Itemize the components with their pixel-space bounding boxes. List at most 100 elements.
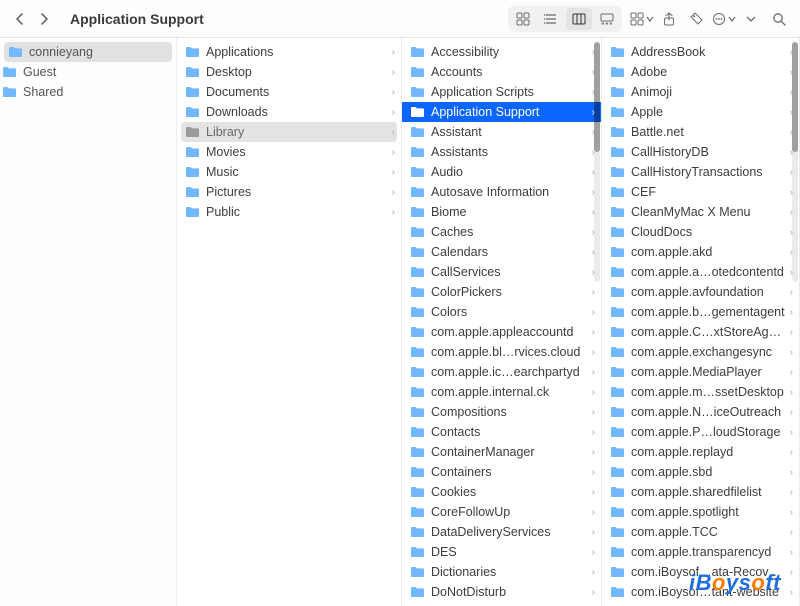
folder-item[interactable]: Desktop› [177,62,401,82]
folder-item[interactable]: com.apple.C…xtStoreAgent› [602,322,799,342]
view-columns-button[interactable] [566,8,592,30]
folder-item[interactable]: com.apple.replayd› [602,442,799,462]
folder-item[interactable]: Caches› [402,222,601,242]
folder-item[interactable]: CEF› [602,182,799,202]
folder-item[interactable]: Biome› [402,202,601,222]
folder-item[interactable]: Application Support› [402,102,601,122]
share-button[interactable] [656,8,682,30]
folder-item[interactable]: com.apple.N…iceOutreach› [602,402,799,422]
folder-item[interactable]: DataDeliveryServices› [402,522,601,542]
folder-item[interactable]: Contacts› [402,422,601,442]
folder-item[interactable]: Compositions› [402,402,601,422]
folder-icon [610,86,625,98]
folder-icon [185,126,200,138]
column-2[interactable]: Accessibility› Accounts› Application Scr… [402,38,602,606]
folder-item[interactable]: com.apple.b…gementagent› [602,302,799,322]
folder-item[interactable]: Apple› [602,102,799,122]
folder-icon [610,226,625,238]
sidebar-item[interactable]: connieyang [4,42,172,62]
folder-item[interactable]: com.apple.MediaPlayer› [602,362,799,382]
forward-button[interactable] [32,7,56,31]
sidebar-item[interactable]: Shared [0,82,176,102]
column-3[interactable]: AddressBook› Adobe› Animoji› Apple› Batt… [602,38,800,606]
chevron-right-icon: › [790,307,793,318]
folder-item[interactable]: com.iBoysof…ata-Recovery› [602,562,799,582]
folder-item[interactable]: Downloads› [177,102,401,122]
folder-item[interactable]: Pictures› [177,182,401,202]
view-icons-button[interactable] [510,8,536,30]
item-label: Dictionaries [431,565,588,579]
folder-item[interactable]: com.apple.appleaccountd› [402,322,601,342]
folder-item[interactable]: AddressBook› [602,42,799,62]
folder-item[interactable]: com.apple.akd› [602,242,799,262]
search-button[interactable] [766,8,792,30]
chevron-right-icon: › [392,107,395,118]
folder-item[interactable]: Music› [177,162,401,182]
folder-item[interactable]: Accounts› [402,62,601,82]
folder-item[interactable]: Assistants› [402,142,601,162]
folder-item[interactable]: DES› [402,542,601,562]
folder-icon [410,86,425,98]
item-label: com.apple.spotlight [631,505,786,519]
folder-item[interactable]: com.apple.spotlight› [602,502,799,522]
folder-item[interactable]: Dictionaries› [402,562,601,582]
back-button[interactable] [8,7,32,31]
folder-item[interactable]: com.apple.exchangesync› [602,342,799,362]
folder-item[interactable]: com.apple.internal.ck› [402,382,601,402]
sidebar-column[interactable]: connieyang Guest Shared [0,38,177,606]
folder-item[interactable]: Containers› [402,462,601,482]
folder-icon [410,486,425,498]
folder-item[interactable]: com.apple.sbd› [602,462,799,482]
folder-icon [610,326,625,338]
folder-item[interactable]: CallServices› [402,262,601,282]
scrollbar-thumb[interactable] [594,42,600,152]
folder-item[interactable]: com.apple.m…ssetDesktop› [602,382,799,402]
folder-item[interactable]: ColorPickers› [402,282,601,302]
folder-item[interactable]: CoreFollowUp› [402,502,601,522]
folder-item[interactable]: Autosave Information› [402,182,601,202]
folder-item[interactable]: Colors› [402,302,601,322]
folder-item[interactable]: com.apple.TCC› [602,522,799,542]
folder-item[interactable]: com.iBoysof…tant-website› [602,582,799,602]
folder-item[interactable]: CallHistoryDB› [602,142,799,162]
folder-item[interactable]: Accessibility› [402,42,601,62]
folder-item[interactable]: Public› [177,202,401,222]
folder-item[interactable]: Movies› [177,142,401,162]
folder-item[interactable]: Audio› [402,162,601,182]
action-menu-button[interactable] [712,8,736,30]
folder-item[interactable]: Battle.net› [602,122,799,142]
folder-item[interactable]: CleanMyMac X Menu› [602,202,799,222]
folder-item[interactable]: com.apple.bl…rvices.cloud› [402,342,601,362]
folder-item[interactable]: Library› [181,122,397,142]
folder-item[interactable]: Calendars› [402,242,601,262]
folder-item[interactable]: CallHistoryTransactions› [602,162,799,182]
column-1[interactable]: Applications› Desktop› Documents› Downlo… [177,38,402,606]
folder-item[interactable]: com.apple.sharedfilelist› [602,482,799,502]
more-dropdown-button[interactable] [746,8,756,30]
folder-item[interactable]: com.apple.avfoundation› [602,282,799,302]
folder-item[interactable]: Applications› [177,42,401,62]
tags-button[interactable] [684,8,710,30]
folder-item[interactable]: DoNotDisturb› [402,582,601,602]
sidebar-item[interactable]: Guest [0,62,176,82]
view-list-button[interactable] [538,8,564,30]
folder-item[interactable]: ContainerManager› [402,442,601,462]
folder-item[interactable]: Application Scripts› [402,82,601,102]
folder-item[interactable]: com.apple.ic…earchpartyd› [402,362,601,382]
folder-item[interactable]: com.apple.P…loudStorage› [602,422,799,442]
chevron-right-icon: › [592,487,595,498]
folder-item[interactable]: DuetExpertCenter› [402,602,601,606]
folder-item[interactable]: com.iBoysoft.any.web› [602,602,799,606]
folder-item[interactable]: Adobe› [602,62,799,82]
folder-item[interactable]: Assistant› [402,122,601,142]
folder-item[interactable]: com.apple.transparencyd› [602,542,799,562]
item-label: com.apple.P…loudStorage [631,425,786,439]
folder-item[interactable]: com.apple.a…otedcontentd› [602,262,799,282]
group-by-button[interactable] [630,8,654,30]
view-gallery-button[interactable] [594,8,620,30]
folder-item[interactable]: Animoji› [602,82,799,102]
folder-item[interactable]: Documents› [177,82,401,102]
folder-item[interactable]: CloudDocs› [602,222,799,242]
folder-item[interactable]: Cookies› [402,482,601,502]
scrollbar-thumb[interactable] [792,42,798,152]
